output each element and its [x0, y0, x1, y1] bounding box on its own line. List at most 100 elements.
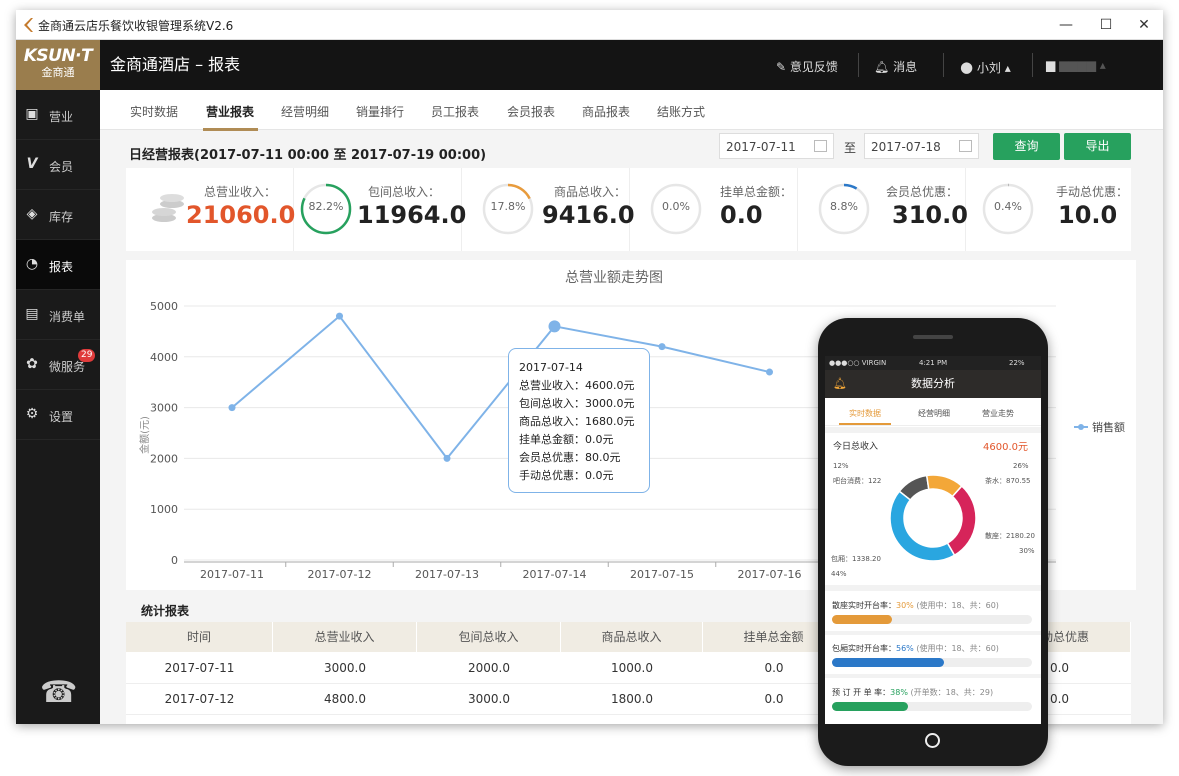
- legend: 销售额: [1074, 420, 1125, 434]
- tab-business-report[interactable]: 营业报表: [206, 103, 254, 120]
- total-revenue-value: 21060.0: [186, 201, 296, 229]
- sidebar-item-member[interactable]: V 会员: [16, 140, 100, 190]
- to-label: 至: [844, 141, 857, 155]
- sidebar-item-bills[interactable]: ▤ 消费单: [16, 290, 100, 340]
- occupancy-bar: [832, 615, 1032, 624]
- data-point[interactable]: [228, 404, 236, 412]
- phone-header: 🔔︎ 数据分析: [825, 370, 1041, 398]
- close-button[interactable]: ✕: [1134, 15, 1154, 35]
- phone-tab-trend[interactable]: 营业走势: [982, 408, 1014, 419]
- layers-icon: ◈: [26, 206, 38, 222]
- x-tick-label: 2017-07-11: [200, 568, 264, 581]
- y-tick-label: 2000: [150, 452, 178, 465]
- donut-chart: 12% 吧台消费：122 26% 茶水：870.55 散座：2180.20 30…: [831, 462, 1035, 578]
- query-button[interactable]: 查询: [993, 133, 1060, 160]
- phone-mockup: ●●●○○ VIRGIN 4:21 PM 22% 🔔︎ 数据分析 实时数据 经营…: [818, 318, 1048, 766]
- phone-tab-realtime[interactable]: 实时数据: [849, 408, 881, 419]
- title-bar: 金商通云店乐餐饮收银管理系统V2.6 — ☐ ✕: [16, 10, 1163, 40]
- sidebar-item-inventory[interactable]: ◈ 库存: [16, 190, 100, 240]
- date-to-input[interactable]: 2017-07-18: [864, 133, 979, 159]
- table-cell: 1800.0: [561, 684, 703, 715]
- bar-label: 散座实时开台率：30% (使用中：18、共：60): [832, 601, 999, 610]
- stats-title: 统计报表: [141, 604, 190, 618]
- ring-chart: 0.0%: [650, 183, 702, 235]
- x-tick-label: 2017-07-15: [630, 568, 694, 581]
- ring-chart: 82.2%: [300, 183, 352, 235]
- report-title: 日经营报表(2017-07-11 00:00 至 2017-07-19 00:0…: [129, 148, 487, 163]
- messages-button[interactable]: 🔔︎ 消息: [874, 58, 917, 75]
- sidebar-item-settings[interactable]: ⚙ 设置: [16, 390, 100, 440]
- home-button[interactable]: [925, 733, 940, 748]
- data-point[interactable]: [658, 343, 666, 351]
- sidebar: ▣ 营业 V 会员 ◈ 库存 ◔ 报表 ▤ 消费单 ✿ 微服务 29 ⚙ 设置 ☎: [16, 90, 100, 724]
- table-cell: 800.0: [561, 715, 703, 724]
- app-icon: [24, 18, 33, 32]
- table-cell: 4800.0: [273, 684, 417, 715]
- bar-fill: [832, 702, 908, 711]
- active-tab-indicator: [203, 128, 258, 131]
- svg-text:散座：2180.20: 散座：2180.20: [985, 531, 1035, 540]
- svg-text:包厢：1338.20: 包厢：1338.20: [831, 554, 881, 563]
- ring-chart: 0.4%: [982, 183, 1034, 235]
- sidebar-item-report[interactable]: ◔ 报表: [16, 240, 100, 290]
- page-title: 金商通酒店 – 报表: [110, 55, 241, 74]
- tab-staff[interactable]: 员工报表: [431, 103, 479, 120]
- tab-member[interactable]: 会员报表: [507, 103, 555, 120]
- table-cell: 2000.0: [273, 715, 417, 724]
- phone-status-bar: ●●●○○ VIRGIN 4:21 PM 22%: [825, 356, 1041, 370]
- card-member-discount: 8.8% 会员总优惠： 310.0: [798, 168, 968, 251]
- pie-chart-icon: ◔: [25, 256, 39, 272]
- date-from-input[interactable]: 2017-07-11: [719, 133, 834, 159]
- column-header: 商品总收入: [561, 622, 703, 652]
- phone-icon[interactable]: ☎: [40, 675, 77, 710]
- table-cell: 2017-07-13: [126, 715, 273, 724]
- table-cell: 3000.0: [417, 684, 561, 715]
- x-tick-label: 2017-07-14: [523, 568, 587, 581]
- x-tick-label: 2017-07-12: [308, 568, 372, 581]
- tab-sales-rank[interactable]: 销量排行: [356, 103, 404, 120]
- tab-realtime[interactable]: 实时数据: [130, 103, 178, 120]
- table-cell: 2017-07-11: [126, 653, 273, 684]
- tab-goods[interactable]: 商品报表: [582, 103, 630, 120]
- badge: 29: [78, 349, 96, 362]
- card-room-revenue: 82.2% 包间总收入： 11964.0: [294, 168, 466, 251]
- sidebar-item-wechat[interactable]: ✿ 微服务 29: [16, 340, 100, 390]
- receipt-icon: ▤: [25, 306, 39, 322]
- sidebar-item-business[interactable]: ▣ 营业: [16, 90, 100, 140]
- legend-label: 销售额: [1092, 420, 1125, 434]
- table-cell: 3000.0: [273, 653, 417, 684]
- pos-icon: ▣: [25, 106, 39, 122]
- maximize-button[interactable]: ☐: [1096, 15, 1116, 35]
- store-menu[interactable]: ▆ ▆▆▆▆ ▴: [1046, 58, 1106, 72]
- data-point[interactable]: [766, 368, 773, 376]
- data-point[interactable]: [336, 312, 343, 320]
- export-button[interactable]: 导出: [1064, 133, 1131, 160]
- phone-tab-details[interactable]: 经营明细: [918, 408, 950, 419]
- bar-label: 预 订 开 单 率：38% (开单数：18、共：29): [832, 688, 994, 697]
- column-header: 总营业收入: [273, 622, 417, 652]
- bell-icon: 🔔︎: [874, 60, 894, 74]
- minimize-button[interactable]: —: [1056, 15, 1076, 35]
- gear-icon: ⚙: [25, 406, 39, 422]
- data-point[interactable]: [548, 320, 561, 333]
- chart-title: 总营业额走势图: [565, 270, 663, 286]
- report-tabs: 实时数据 营业报表 经营明细 销量排行 员工报表 会员报表 商品报表 结账方式: [100, 90, 1163, 131]
- logo: KSUN·T 金商通: [16, 40, 100, 90]
- table-cell: 2000.0: [417, 653, 561, 684]
- occupancy-bar: [832, 658, 1032, 667]
- bell-icon[interactable]: 🔔︎: [833, 370, 847, 398]
- window-title: 金商通云店乐餐饮收银管理系统V2.6: [38, 19, 234, 33]
- user-menu[interactable]: ● 小刘 ▴: [960, 58, 1011, 76]
- svg-text:30%: 30%: [1019, 547, 1035, 555]
- top-bar: KSUN·T 金商通 金商通酒店 – 报表 ✎ 意见反馈 🔔︎ 消息 ● 小刘 …: [16, 40, 1163, 90]
- pen-icon: ✎: [776, 60, 790, 74]
- tab-payment[interactable]: 结账方式: [657, 103, 705, 120]
- tab-details[interactable]: 经营明细: [281, 103, 329, 120]
- data-point[interactable]: [443, 454, 451, 462]
- x-tick-label: 2017-07-16: [738, 568, 802, 581]
- feedback-button[interactable]: ✎ 意见反馈: [776, 58, 838, 75]
- chart-tooltip: 2017-07-14 总营业收入：4600.0元 包间总收入：3000.0元 商…: [508, 348, 650, 493]
- column-header: 时间: [126, 622, 273, 652]
- svg-text:26%: 26%: [1013, 462, 1029, 470]
- y-tick-label: 3000: [150, 402, 178, 415]
